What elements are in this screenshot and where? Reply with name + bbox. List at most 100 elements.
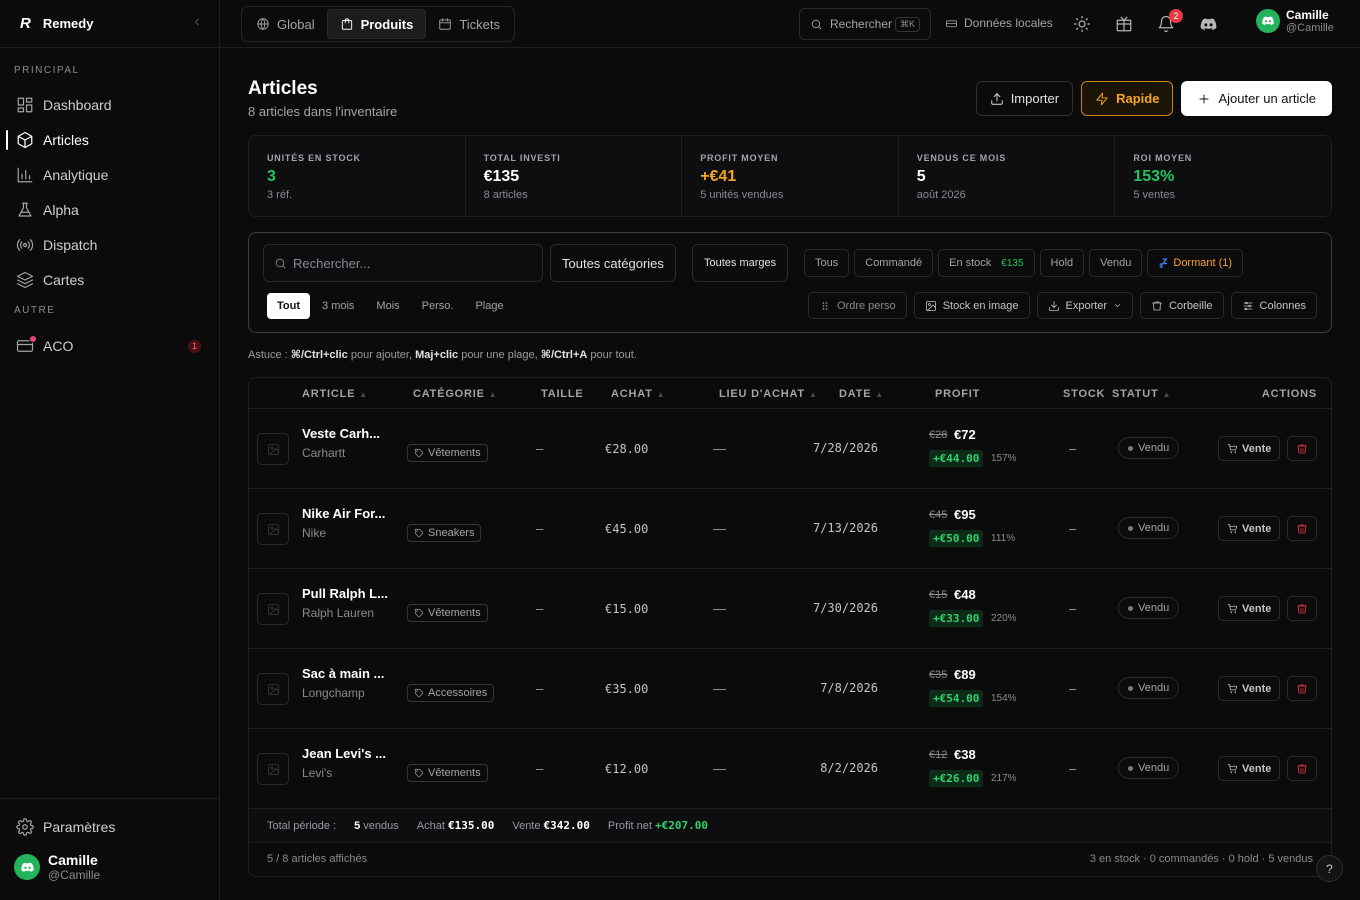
period-perso[interactable]: Perso. [412, 293, 464, 319]
tab-global[interactable]: Global [244, 9, 327, 39]
chip-vendu[interactable]: Vendu [1089, 249, 1143, 277]
status-badge[interactable]: Vendu [1118, 437, 1180, 459]
delete-button[interactable] [1287, 436, 1317, 461]
delete-button[interactable] [1287, 676, 1317, 701]
article-purchase-place: — [713, 601, 726, 616]
table-row[interactable]: Pull Ralph L... Ralph Lauren Vêtements –… [249, 569, 1331, 649]
status-dot [1128, 525, 1133, 531]
sidebar-item-cartes[interactable]: Cartes [0, 262, 219, 297]
help-button[interactable]: ? [1316, 855, 1343, 882]
profit-percent: 157% [991, 453, 1017, 464]
article-search-field[interactable]: Rechercher... [263, 244, 543, 282]
sidebar-item-label: Paramètres [43, 818, 116, 835]
article-size: – [536, 521, 544, 536]
table-row[interactable]: Nike Air For... Nike Sneakers – €45.00 —… [249, 489, 1331, 569]
column-label: CATÉGORIE [413, 388, 485, 400]
period-plage[interactable]: Plage [465, 293, 513, 319]
status-badge[interactable]: Vendu [1118, 757, 1180, 779]
column-header-article[interactable]: ARTICLE ▲ [302, 388, 368, 400]
tab-tickets[interactable]: Tickets [426, 9, 512, 39]
period-mois[interactable]: Mois [366, 293, 409, 319]
sidebar-item-analytique[interactable]: Analytique [0, 157, 219, 192]
user-menu[interactable]: Camille @Camille [1256, 8, 1334, 34]
aco-indicator-dot [29, 335, 37, 343]
chevron-left-icon[interactable] [191, 16, 203, 28]
user-profile[interactable]: Camille @Camille [0, 844, 219, 890]
chip-tous[interactable]: Tous [804, 249, 850, 277]
gift-icon[interactable] [1115, 15, 1133, 33]
column-header-stock[interactable]: STOCK [1063, 388, 1105, 400]
article-size: – [536, 601, 544, 616]
article-thumbnail[interactable] [257, 433, 289, 465]
period-tout[interactable]: Tout [267, 293, 311, 319]
chip-dormant[interactable]: Dormant (1) [1147, 249, 1244, 277]
status-badge[interactable]: Vendu [1118, 597, 1180, 619]
bar-chart-icon [16, 166, 43, 184]
article-stock: – [1069, 681, 1077, 696]
sidebar-item-label: Dashboard [43, 96, 112, 113]
status-dot [1128, 685, 1133, 691]
category-tag: Vêtements [407, 764, 488, 782]
cart-icon [1227, 763, 1242, 774]
category-select[interactable]: Toutes catégories [550, 244, 676, 282]
sidebar-item-articles[interactable]: Articles [0, 122, 219, 157]
sidebar-item-dispatch[interactable]: Dispatch [0, 227, 219, 262]
sidebar-item-label: Dispatch [43, 236, 98, 253]
column-header-date[interactable]: DATE ▲ [839, 388, 884, 400]
chip-en-stock[interactable]: En stock €135 [938, 249, 1035, 277]
delete-button[interactable] [1287, 756, 1317, 781]
tag-icon [414, 768, 428, 778]
totals-net-value: +€207.00 [655, 819, 708, 832]
trash-button[interactable]: Corbeille [1140, 292, 1224, 319]
export-button[interactable]: Exporter [1036, 292, 1134, 319]
sidebar-item-aco[interactable]: ACO 1 [0, 328, 219, 363]
chip-commande[interactable]: Commandé [854, 249, 934, 277]
sun-icon[interactable] [1073, 15, 1091, 33]
column-header-category[interactable]: CATÉGORIE ▲ [413, 388, 498, 400]
sale-button[interactable]: Vente [1218, 516, 1281, 541]
quick-add-button[interactable]: Rapide [1081, 81, 1174, 116]
sale-button[interactable]: Vente [1218, 596, 1281, 621]
article-stock: – [1069, 441, 1077, 456]
sale-label: Vente [1242, 602, 1272, 615]
table-row[interactable]: Veste Carh... Carhartt Vêtements – €28.0… [249, 409, 1331, 489]
add-article-button[interactable]: Ajouter un article [1181, 81, 1332, 116]
sort-icon: ▲ [1162, 390, 1172, 399]
global-search-button[interactable]: Rechercher ⌘K [799, 8, 931, 40]
sidebar-item-dashboard[interactable]: Dashboard [0, 87, 219, 122]
column-header-size[interactable]: TAILLE [541, 388, 583, 400]
article-thumbnail[interactable] [257, 593, 289, 625]
local-data-button[interactable]: Données locales [945, 16, 1053, 30]
column-header-place[interactable]: LIEU D'ACHAT ▲ [719, 388, 818, 400]
status-badge[interactable]: Vendu [1118, 517, 1180, 539]
delete-button[interactable] [1287, 516, 1317, 541]
category-tag: Accessoires [407, 684, 495, 702]
sidebar-item-settings[interactable]: Paramètres [0, 809, 219, 844]
article-brand: Longchamp [302, 686, 365, 700]
article-thumbnail[interactable] [257, 673, 289, 705]
period-3-mois[interactable]: 3 mois [312, 293, 364, 319]
column-header-profit[interactable]: PROFIT [935, 388, 980, 400]
tab-produits[interactable]: Produits [326, 9, 427, 39]
columns-button[interactable]: Colonnes [1230, 292, 1317, 319]
column-header-buy[interactable]: ACHAT ▲ [611, 388, 665, 400]
sale-button[interactable]: Vente [1218, 756, 1281, 781]
delete-button[interactable] [1287, 596, 1317, 621]
article-thumbnail[interactable] [257, 753, 289, 785]
table-row[interactable]: Sac à main ... Longchamp Accessoires – €… [249, 649, 1331, 729]
sale-button[interactable]: Vente [1218, 676, 1281, 701]
import-button[interactable]: Importer [975, 81, 1074, 116]
custom-order-button[interactable]: Ordre perso [807, 292, 907, 319]
chip-hold[interactable]: Hold [1039, 249, 1085, 277]
margin-select[interactable]: Toutes marges [692, 244, 789, 282]
article-thumbnail[interactable] [257, 513, 289, 545]
sale-button[interactable]: Vente [1218, 436, 1281, 461]
status-badge[interactable]: Vendu [1118, 677, 1180, 699]
discord-icon[interactable] [1199, 15, 1218, 34]
column-header-status[interactable]: STATUT ▲ [1112, 388, 1171, 400]
stock-image-button[interactable]: Stock en image [913, 292, 1030, 319]
sidebar-item-alpha[interactable]: Alpha [0, 192, 219, 227]
brand[interactable]: R Remedy [0, 0, 219, 48]
bell-icon[interactable]: 2 [1157, 9, 1183, 33]
table-row[interactable]: Jean Levi's ... Levi's Vêtements – €12.0… [249, 729, 1331, 809]
